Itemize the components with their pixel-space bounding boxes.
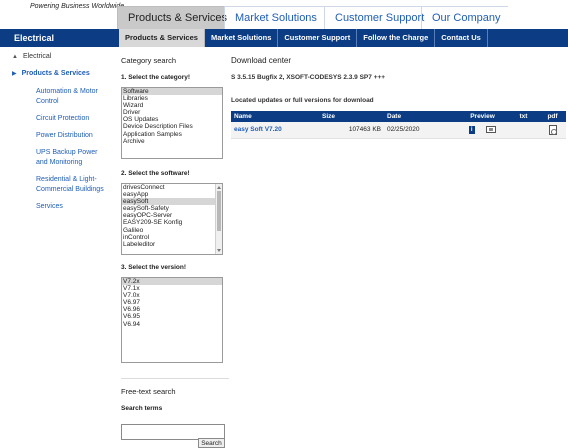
search-terms-label: Search terms <box>121 405 163 412</box>
list-option[interactable]: Software <box>122 88 222 96</box>
sidebar-item-automation[interactable]: Automation & Motor Control <box>36 87 110 107</box>
software-listbox[interactable]: drivesConnect easyApp easySoft easySoft-… <box>121 183 223 255</box>
navbar-items: Products & Services Market Solutions Cus… <box>119 29 488 47</box>
column-header-size[interactable]: Size <box>319 111 384 122</box>
column-header-txt: txt <box>508 111 539 122</box>
nav-item-follow-the-charge[interactable]: Follow the Charge <box>357 29 436 47</box>
top-tab-products-services[interactable]: Products & Services <box>117 6 227 30</box>
preview-icon[interactable] <box>486 126 497 134</box>
sidebar-item-services[interactable]: Services <box>36 202 110 212</box>
category-listbox[interactable]: Software Libraries Wizard Driver OS Upda… <box>121 87 223 159</box>
step-2-label: 2. Select the software! <box>121 170 190 177</box>
top-tab-market-solutions[interactable]: Market Solutions <box>224 6 324 30</box>
sidebar-item-power-distribution[interactable]: Power Distribution <box>36 131 110 141</box>
list-option[interactable]: Libraries <box>122 95 222 102</box>
selection-breadcrumb: S 3.5.15 Bugfix 2, XSOFT-CODESYS 2.3.9 S… <box>231 74 386 81</box>
list-option[interactable]: easyApp <box>122 191 222 198</box>
scrollbar-thumb[interactable] <box>217 191 221 231</box>
nav-item-products-services[interactable]: Products & Services <box>119 29 205 47</box>
located-updates-heading: Located updates or full versions for dow… <box>231 97 374 104</box>
nav-item-contact-us[interactable]: Contact Us <box>435 29 488 47</box>
sidebar-item-label: Products & Services <box>21 70 90 77</box>
sidebar-item-label: Electrical <box>22 53 52 60</box>
download-name-link[interactable]: easy Soft V7.20 <box>231 122 319 139</box>
download-table: Name Size Date Preview txt pdf easy Soft… <box>231 111 566 139</box>
sidebar: ▲ Electrical ▶ Products & Services Autom… <box>12 52 116 219</box>
list-option[interactable]: drivesConnect <box>122 184 222 191</box>
column-header-name[interactable]: Name <box>231 111 319 122</box>
category-search-title: Category search <box>121 56 177 65</box>
list-option[interactable]: OS Updates <box>122 116 222 123</box>
download-center: Download center S 3.5.15 Bugfix 2, XSOFT… <box>231 56 566 139</box>
top-tabs: Products & Services Market Solutions Cus… <box>117 6 508 30</box>
download-size: 107463 KB <box>319 122 384 139</box>
search-button[interactable]: Search <box>198 438 225 448</box>
list-option[interactable]: EASY209-SE Konfig <box>122 219 222 226</box>
list-option[interactable]: Archive <box>122 138 222 145</box>
info-icon[interactable]: i <box>468 125 475 134</box>
download-date: 02/25/2020 <box>384 122 457 139</box>
list-option[interactable]: Wizard <box>122 102 222 109</box>
list-option[interactable]: Device Description Files <box>122 123 222 130</box>
list-option[interactable]: easyOPC-Server <box>122 212 222 219</box>
list-option[interactable]: V6.95 <box>122 313 222 320</box>
nav-item-customer-support[interactable]: Customer Support <box>278 29 358 47</box>
list-option[interactable]: Galileo <box>122 227 222 234</box>
column-header-pdf: pdf <box>539 111 566 122</box>
pdf-document-icon[interactable] <box>548 124 557 135</box>
sidebar-item-circuit-protection[interactable]: Circuit Protection <box>36 114 110 124</box>
list-option[interactable]: easySoft-Safety <box>122 205 222 212</box>
navbar-brand[interactable]: Electrical <box>14 29 54 47</box>
list-option[interactable]: Labeleditor <box>122 241 222 248</box>
pdf-cell <box>539 122 566 139</box>
main-navbar: Electrical Products & Services Market So… <box>0 29 568 47</box>
list-option[interactable]: Application Samples <box>122 131 222 138</box>
txt-cell <box>508 122 539 139</box>
list-option[interactable]: Driver <box>122 109 222 116</box>
table-row: easy Soft V7.20 107463 KB 02/25/2020 i <box>231 122 566 139</box>
list-option[interactable]: V7.1x <box>122 285 222 292</box>
software-list-scrollbar[interactable] <box>215 184 222 254</box>
step-3-label: 3. Select the version! <box>121 264 187 271</box>
version-listbox[interactable]: V7.2x V7.1x V7.0x V6.97 V6.96 V6.95 V6.9… <box>121 277 223 363</box>
free-text-search: Free-text search Search terms Search <box>121 378 229 448</box>
step-1-label: 1. Select the category! <box>121 74 190 81</box>
category-search: Category search 1. Select the category! … <box>121 56 229 363</box>
preview-cell: i <box>457 122 508 139</box>
sidebar-item-ups[interactable]: UPS Backup Power and Monitoring <box>36 148 110 168</box>
column-header-preview: Preview <box>457 111 508 122</box>
scroll-up-arrow-icon[interactable] <box>217 186 221 189</box>
sidebar-item-electrical[interactable]: ▲ Electrical <box>12 52 116 62</box>
list-option[interactable]: V6.97 <box>122 299 222 306</box>
top-tab-customer-support[interactable]: Customer Support <box>324 6 424 30</box>
company-tagline: Powering Business Worldwide <box>30 3 125 10</box>
column-header-date[interactable]: Date <box>384 111 457 122</box>
sidebar-item-products-services[interactable]: ▶ Products & Services <box>12 69 116 79</box>
free-text-search-title: Free-text search <box>121 387 176 396</box>
scroll-down-arrow-icon[interactable] <box>217 249 221 252</box>
list-option[interactable]: V7.0x <box>122 292 222 299</box>
top-tab-our-company[interactable]: Our Company <box>421 6 508 30</box>
table-header-row: Name Size Date Preview txt pdf <box>231 111 566 122</box>
list-option[interactable]: inControl <box>122 234 222 241</box>
list-option[interactable]: V7.2x <box>122 278 222 286</box>
download-center-title: Download center <box>231 56 292 65</box>
nav-item-market-solutions[interactable]: Market Solutions <box>205 29 279 47</box>
triangle-up-icon: ▲ <box>12 54 18 60</box>
list-option[interactable]: V6.94 <box>122 321 222 328</box>
triangle-right-icon: ▶ <box>12 71 17 77</box>
list-option[interactable]: V6.96 <box>122 306 222 313</box>
list-option[interactable]: easySoft <box>122 198 222 206</box>
sidebar-item-residential[interactable]: Residential & Light-Commercial Buildings <box>36 175 110 195</box>
